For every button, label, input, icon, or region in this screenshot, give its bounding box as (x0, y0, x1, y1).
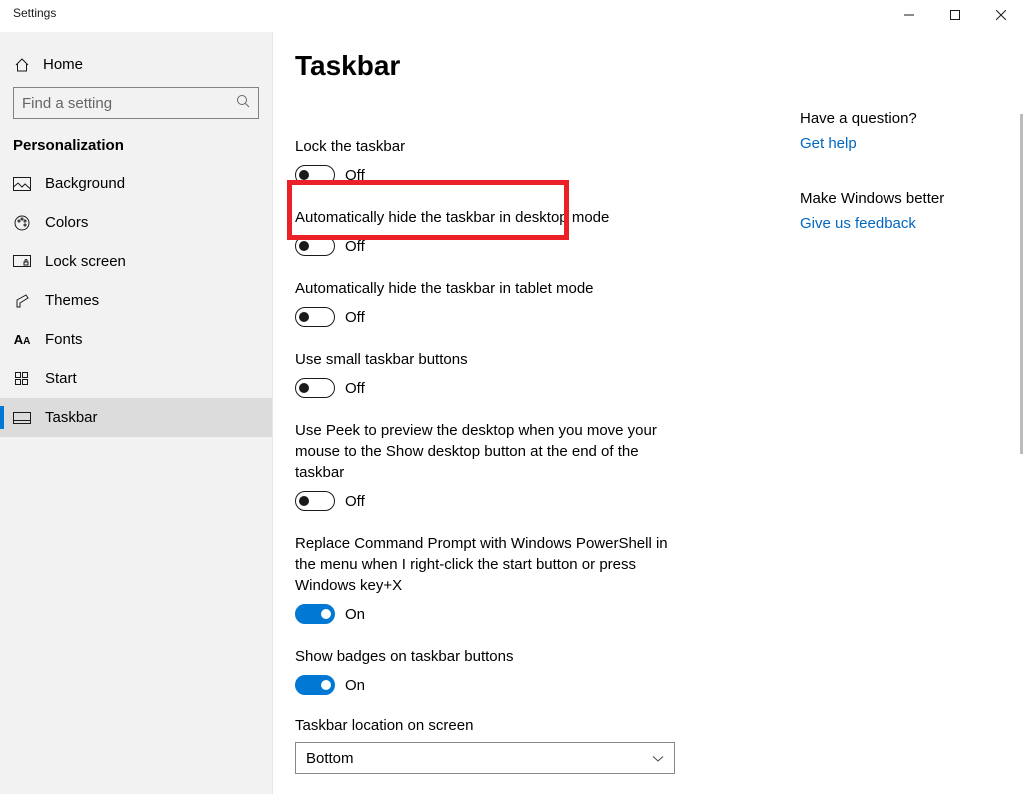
sidebar-item-label: Start (45, 370, 77, 387)
sidebar-item-background[interactable]: Background (0, 164, 272, 203)
scrollbar[interactable] (1017, 32, 1023, 794)
content-area: Taskbar Lock the taskbar Off Automatical… (273, 32, 1024, 794)
sidebar-item-fonts[interactable]: AA Fonts (0, 320, 272, 359)
improve-label: Make Windows better (800, 190, 990, 207)
sidebar-item-label: Taskbar (45, 409, 98, 426)
setting-taskbar-location: Taskbar location on screen Bottom (295, 717, 1002, 774)
window-controls (886, 0, 1024, 30)
app-name: Settings (0, 0, 56, 20)
search-icon (236, 94, 250, 112)
help-question: Have a question? (800, 110, 990, 127)
help-pane: Have a question? Get help Make Windows b… (800, 110, 990, 270)
setting-auto-hide-desktop: Automatically hide the taskbar in deskto… (295, 207, 675, 256)
toggle-auto-hide-tablet[interactable] (295, 307, 335, 327)
minimize-button[interactable] (886, 0, 932, 30)
sidebar-item-label: Themes (45, 292, 99, 309)
setting-label: Replace Command Prompt with Windows Powe… (295, 533, 675, 596)
sidebar-home[interactable]: Home (0, 52, 272, 87)
sidebar-item-lockscreen[interactable]: Lock screen (0, 242, 272, 281)
toggle-state: Off (345, 380, 365, 397)
background-icon (13, 177, 31, 191)
start-icon (13, 372, 31, 386)
setting-peek: Use Peek to preview the desktop when you… (295, 420, 675, 511)
setting-label: Show badges on taskbar buttons (295, 646, 675, 667)
toggle-badges[interactable] (295, 675, 335, 695)
setting-powershell: Replace Command Prompt with Windows Powe… (295, 533, 675, 624)
sidebar: Home Find a setting Personalization Back… (0, 32, 273, 794)
toggle-state: Off (345, 238, 365, 255)
sidebar-item-themes[interactable]: Themes (0, 281, 272, 320)
dropdown-taskbar-location[interactable]: Bottom (295, 742, 675, 774)
setting-auto-hide-tablet: Automatically hide the taskbar in tablet… (295, 278, 675, 327)
link-get-help[interactable]: Get help (800, 135, 990, 152)
toggle-auto-hide-desktop[interactable] (295, 236, 335, 256)
sidebar-item-label: Colors (45, 214, 88, 231)
close-button[interactable] (978, 0, 1024, 30)
sidebar-item-label: Fonts (45, 331, 83, 348)
taskbar-icon (13, 412, 31, 424)
home-icon (13, 57, 31, 73)
toggle-state: Off (345, 493, 365, 510)
setting-label: Lock the taskbar (295, 136, 675, 157)
toggle-state: Off (345, 309, 365, 326)
link-feedback[interactable]: Give us feedback (800, 215, 990, 232)
sidebar-item-label: Background (45, 175, 125, 192)
toggle-state: On (345, 677, 365, 694)
setting-small-buttons: Use small taskbar buttons Off (295, 349, 675, 398)
sidebar-item-label: Lock screen (45, 253, 126, 270)
sidebar-category: Personalization (0, 137, 272, 164)
lockscreen-icon (13, 255, 31, 269)
fonts-icon: AA (13, 332, 31, 347)
toggle-state: On (345, 606, 365, 623)
toggle-lock-taskbar[interactable] (295, 165, 335, 185)
setting-label: Automatically hide the taskbar in deskto… (295, 207, 675, 228)
home-label: Home (43, 56, 83, 73)
chevron-down-icon (652, 750, 664, 767)
sidebar-item-taskbar[interactable]: Taskbar (0, 398, 272, 437)
window-titlebar: Settings (0, 0, 1024, 32)
dropdown-value: Bottom (306, 750, 354, 767)
setting-label: Use small taskbar buttons (295, 349, 675, 370)
scrollbar-thumb[interactable] (1020, 114, 1023, 454)
setting-badges: Show badges on taskbar buttons On (295, 646, 675, 695)
sidebar-item-start[interactable]: Start (0, 359, 272, 398)
toggle-peek[interactable] (295, 491, 335, 511)
toggle-powershell[interactable] (295, 604, 335, 624)
search-input[interactable]: Find a setting (13, 87, 259, 119)
page-title: Taskbar (295, 50, 1002, 82)
setting-label: Automatically hide the taskbar in tablet… (295, 278, 675, 299)
dropdown-label: Taskbar location on screen (295, 717, 1002, 734)
themes-icon (13, 293, 31, 309)
toggle-small-buttons[interactable] (295, 378, 335, 398)
setting-label: Use Peek to preview the desktop when you… (295, 420, 675, 483)
search-placeholder: Find a setting (22, 95, 112, 112)
sidebar-item-colors[interactable]: Colors (0, 203, 272, 242)
maximize-button[interactable] (932, 0, 978, 30)
setting-lock-taskbar: Lock the taskbar Off (295, 136, 675, 185)
colors-icon (13, 215, 31, 231)
toggle-state: Off (345, 167, 365, 184)
